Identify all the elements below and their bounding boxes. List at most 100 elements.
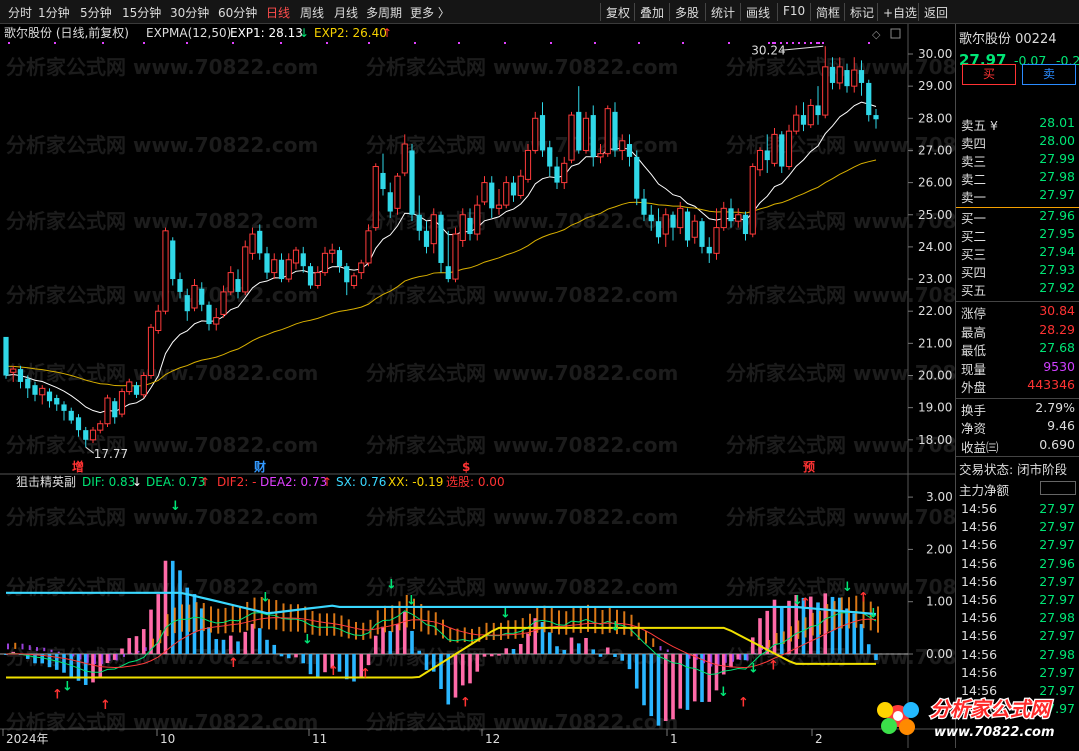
candle-body <box>706 246 712 254</box>
signal-dot <box>868 42 870 44</box>
signal-arrow: ↓ <box>302 633 313 648</box>
toolbar-tab-10[interactable]: 更多 〉 <box>410 4 450 21</box>
bid-price: 27.94 <box>1039 244 1075 259</box>
toolbar-btn-7[interactable]: 标记 <box>850 4 874 21</box>
price-tick: 30.00 <box>918 47 952 61</box>
signal-dot <box>804 42 806 44</box>
candle-body <box>235 279 241 292</box>
candle-body <box>17 369 24 382</box>
stat-label: 最低 <box>961 343 987 358</box>
toolbar: 分时 1分钟 5分钟 15分钟 30分钟 60分钟 日线 周线 月线 多周期 更多 〉 复权 叠加 多股统… <box>0 0 1079 24</box>
date-tick: 11 <box>312 732 327 746</box>
signal-dot <box>504 42 506 44</box>
toolbar-tab-7[interactable]: 周线 <box>300 4 324 21</box>
toolbar-btn-5[interactable]: F10 <box>783 4 805 18</box>
stat2-value: 9.46 <box>1047 418 1075 433</box>
macd-bar <box>315 654 320 677</box>
quote-panel: 歌尔股份 00224 27.97 -0.07 -0.25 买 卖 卖五 ¥28.… <box>955 24 1079 748</box>
toolbar-btn-1[interactable]: 叠加 <box>640 4 664 21</box>
signal-dot <box>594 42 596 44</box>
toolbar-btn-6[interactable]: 简框 <box>816 4 840 21</box>
sell-button[interactable]: 卖 <box>1022 64 1076 85</box>
watermark-text: 分析家公式网 www.70822.com <box>726 575 955 599</box>
signal-dot <box>638 42 640 44</box>
signal-dot <box>818 42 820 44</box>
signal-arrow: ↑ <box>768 659 779 674</box>
candle-body <box>307 266 314 286</box>
ask-label: 卖四 <box>961 136 987 151</box>
toolbar-tab-1[interactable]: 1分钟 <box>38 4 70 21</box>
macd-bar <box>779 606 784 654</box>
candle-body <box>735 214 742 222</box>
macd-bar <box>866 644 871 654</box>
ask-label: 卖三 <box>961 154 987 169</box>
macd-bar <box>214 639 219 654</box>
toolbar-tab-2[interactable]: 5分钟 <box>80 4 112 21</box>
toolbar-tab-0[interactable]: 分时 <box>8 4 32 21</box>
candle-body <box>670 214 676 228</box>
tick-price: 27.98 <box>1039 610 1075 626</box>
chart-area[interactable]: 分析家公式网 www.70822.com 分析家公式网 www.70822.com… <box>0 24 1038 748</box>
toolbar-tab-3[interactable]: 15分钟 <box>122 4 161 21</box>
macd-bar <box>127 638 132 654</box>
candle-body <box>155 310 162 331</box>
candle-body <box>126 381 133 393</box>
date-tick: 1 <box>670 732 678 746</box>
candle-body <box>242 246 249 293</box>
toolbar-tab-8[interactable]: 月线 <box>334 4 358 21</box>
dif-arrow: ↓ <box>132 475 142 489</box>
candle-body <box>547 147 553 167</box>
toolbar-btn-0[interactable]: 复权 <box>606 4 630 21</box>
toolbar-btn-3[interactable]: 统计 <box>711 4 735 21</box>
candle-body <box>568 114 575 161</box>
candle-body <box>785 130 793 168</box>
candle-body <box>39 387 46 396</box>
exp1-arrow: ↓ <box>299 26 309 40</box>
candle-body <box>866 82 872 116</box>
window-toggle-icon[interactable] <box>890 28 901 39</box>
candle-body <box>264 253 270 273</box>
macd-bar <box>750 637 755 654</box>
settings-diamond-icon[interactable]: ◇ <box>872 28 881 41</box>
event-marker: 财 <box>253 459 266 474</box>
divider <box>956 397 1079 399</box>
toolbar-btn-8[interactable]: +自选 <box>883 4 917 21</box>
macd-bar <box>221 639 226 654</box>
toolbar-btn-4[interactable]: 画线 <box>746 4 770 21</box>
toolbar-tab-9[interactable]: 多周期 <box>366 4 402 21</box>
price-tick: 19.00 <box>918 401 952 415</box>
tick-time: 14:56 <box>961 664 998 680</box>
toolbar-tab-4[interactable]: 30分钟 <box>170 4 209 21</box>
candle-body <box>851 69 858 87</box>
signal-dot <box>326 42 328 44</box>
expma-label: EXPMA(12,50) <box>146 26 231 40</box>
candle-body <box>597 153 604 158</box>
trading-status: 交易状态: 闭市阶段 <box>959 462 1068 477</box>
toolbar-btn-9[interactable]: 返回 <box>924 4 948 21</box>
toolbar-tab-6[interactable]: 日线 <box>266 4 290 21</box>
flow-toggle[interactable] <box>1040 481 1076 495</box>
candle-body <box>510 182 517 196</box>
tick-price: 27.98 <box>1039 646 1075 662</box>
indicator-name: 狙击精英副 <box>16 475 76 489</box>
candle-body <box>836 66 843 84</box>
toolbar-btn-2[interactable]: 多股 <box>675 4 699 21</box>
candle-body <box>655 221 662 238</box>
candle-body <box>495 204 503 209</box>
stat2-label: 收益㈢ <box>961 439 999 455</box>
candle-body <box>771 133 778 164</box>
candle-body <box>147 326 155 376</box>
toolbar-tab-5[interactable]: 60分钟 <box>218 4 257 21</box>
macd-bar <box>874 654 878 661</box>
candle-body <box>213 317 220 325</box>
toolbar-separator <box>740 3 741 21</box>
buy-button[interactable]: 买 <box>962 64 1016 85</box>
candle-body <box>133 385 140 395</box>
signal-dot <box>458 42 460 44</box>
candle-body <box>416 214 422 231</box>
bid-label: 买二 <box>961 229 987 244</box>
candle-body <box>713 227 720 254</box>
candle-body <box>394 175 401 209</box>
tick-price: 27.96 <box>1039 555 1075 571</box>
event-marker: 增 <box>72 459 84 474</box>
